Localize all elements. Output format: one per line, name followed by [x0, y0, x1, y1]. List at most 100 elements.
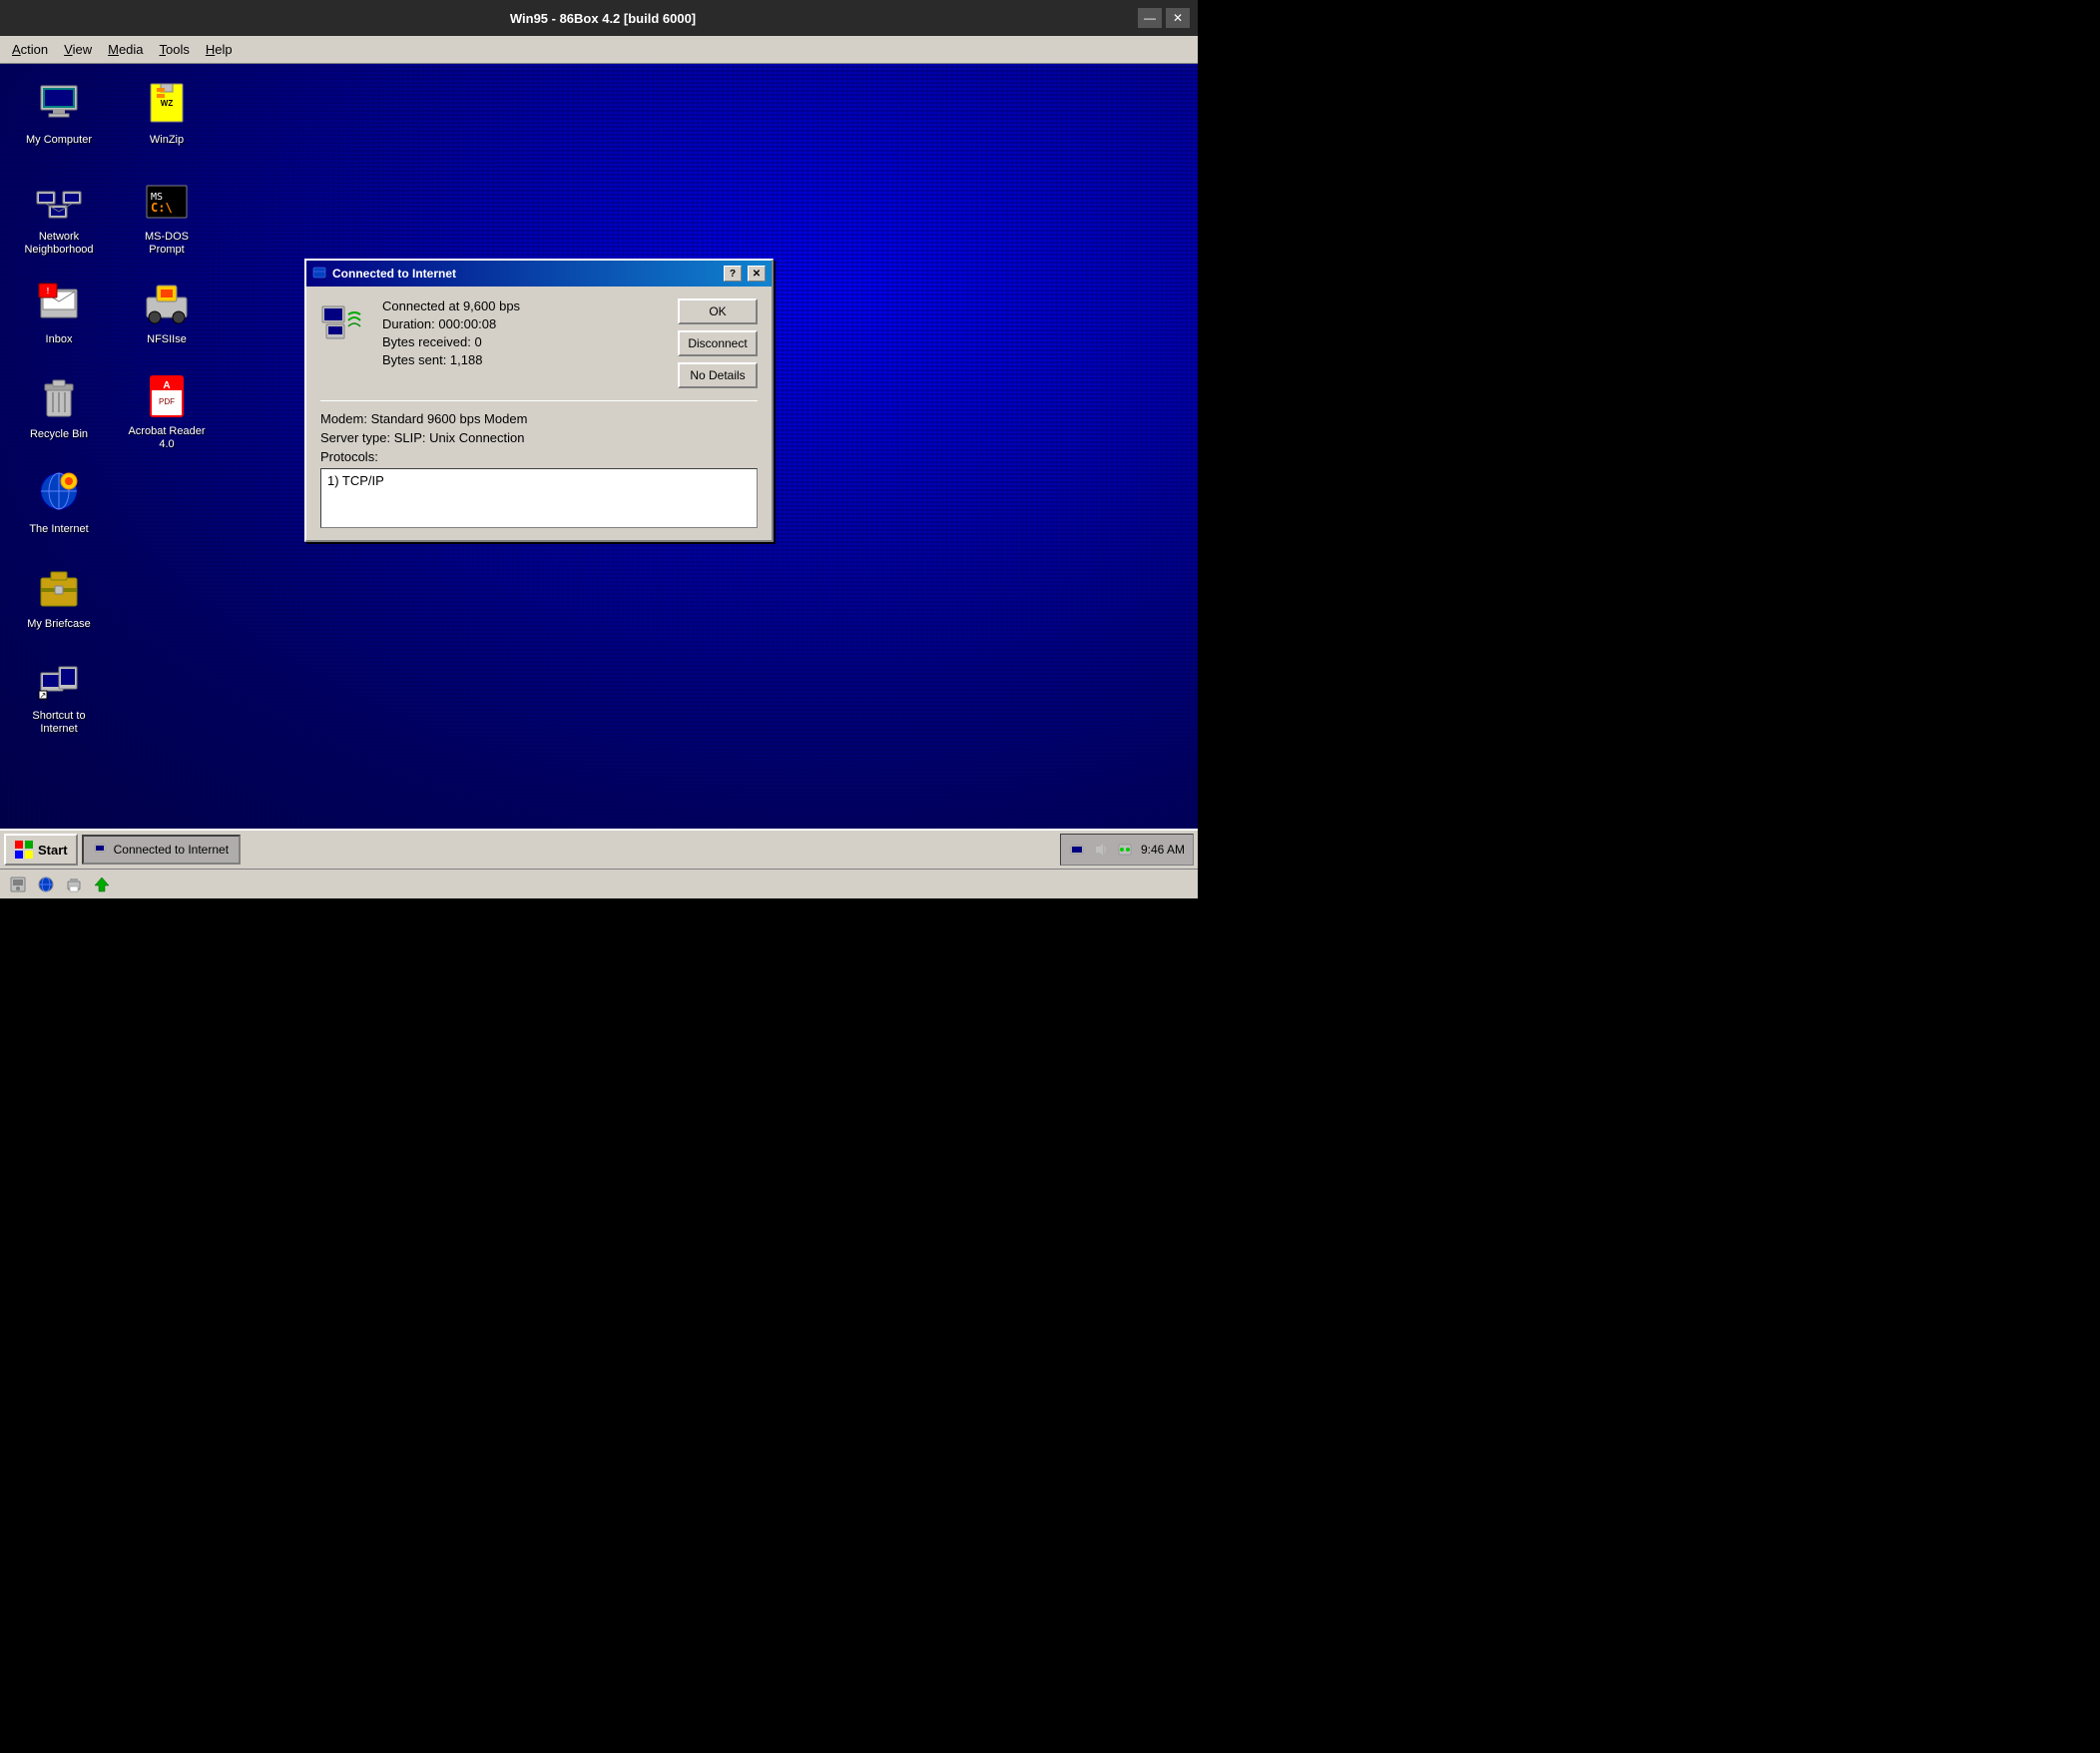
shortcut-internet-label: Shortcut to Internet — [18, 709, 100, 737]
connection-info: Connected at 9,600 bps Duration: 000:00:… — [382, 298, 664, 388]
desktop-icon-shortcut-internet[interactable]: ↗ Shortcut to Internet — [14, 653, 104, 741]
start-button[interactable]: Start — [4, 834, 78, 866]
inbox-label: Inbox — [44, 332, 75, 347]
ok-button[interactable]: OK — [678, 298, 758, 324]
taskbar-item-connected[interactable]: Connected to Internet — [82, 835, 241, 865]
taskbar-item-label: Connected to Internet — [114, 843, 229, 857]
menu-help[interactable]: Help — [198, 40, 241, 59]
my-briefcase-label: My Briefcase — [25, 617, 93, 632]
modem-line: Modem: Standard 9600 bps Modem — [320, 411, 758, 426]
dialog-title-icon — [312, 267, 326, 281]
printer-icon — [65, 876, 83, 893]
tray-network-icon — [1069, 842, 1085, 858]
titlebar-title: Win95 - 86Box 4.2 [build 6000] — [68, 11, 1138, 26]
my-computer-icon — [35, 78, 83, 126]
svg-text:PDF: PDF — [159, 397, 175, 406]
modem-info: Modem: Standard 9600 bps Modem Server ty… — [320, 411, 758, 445]
recycle-bin-label: Recycle Bin — [28, 427, 90, 442]
nfsiise-label: NFSIIse — [145, 332, 189, 347]
ms-dos-label: MS-DOS Prompt — [126, 230, 208, 258]
menu-view[interactable]: View — [56, 40, 100, 59]
winzip-icon: WZ — [143, 78, 191, 126]
the-internet-icon — [35, 467, 83, 515]
desktop-icon-the-internet[interactable]: The Internet — [14, 463, 104, 541]
desktop-icon-nfsiise[interactable]: NFSIIse — [122, 274, 212, 351]
protocols-label: Protocols: — [320, 449, 758, 464]
desktop-icon-network-neighborhood[interactable]: Network Neighborhood — [14, 174, 104, 262]
acrobat-reader-label: Acrobat Reader 4.0 — [126, 424, 208, 452]
statusbar-globe-icon — [36, 875, 56, 894]
statusbar-printer-icon — [64, 875, 84, 894]
titlebar-controls: — ✕ — [1138, 8, 1190, 28]
server-type-line: Server type: SLIP: Unix Connection — [320, 430, 758, 445]
inbox-icon: ! — [35, 278, 83, 325]
desktop-icon-ms-dos-prompt[interactable]: MS C:\ MS-DOS Prompt — [122, 174, 212, 262]
menu-media[interactable]: Media — [100, 40, 151, 59]
bytes-received-line: Bytes received: 0 — [382, 334, 664, 349]
disconnect-button[interactable]: Disconnect — [678, 330, 758, 356]
recycle-bin-icon — [35, 372, 83, 420]
network-neighborhood-label: Network Neighborhood — [18, 230, 100, 258]
tray-modem-icon — [1117, 842, 1133, 858]
svg-text:C:\: C:\ — [151, 201, 173, 215]
shortcut-internet-icon: ↗ — [35, 657, 83, 705]
desktop-icon-winzip[interactable]: WZ WinZip — [122, 74, 212, 152]
dialog-body: Connected at 9,600 bps Duration: 000:00:… — [306, 287, 772, 540]
svg-text:A: A — [163, 380, 170, 391]
statusbar-disk-icon — [8, 875, 28, 894]
taskbar-item-icon — [94, 842, 110, 858]
dialog-separator — [320, 400, 758, 401]
desktop-icon-my-briefcase[interactable]: My Briefcase — [14, 558, 104, 636]
dialog-help-button[interactable]: ? — [724, 266, 742, 282]
dialog-close-button[interactable]: ✕ — [748, 266, 766, 282]
nfsiise-icon — [143, 278, 191, 325]
svg-text:↗: ↗ — [40, 691, 47, 700]
my-briefcase-icon — [35, 562, 83, 610]
menu-action[interactable]: Action — [4, 40, 56, 59]
protocols-content: 1) TCP/IP — [327, 473, 384, 488]
ms-dos-icon: MS C:\ — [143, 178, 191, 226]
dialog-title-text: Connected to Internet — [332, 267, 718, 281]
duration-line: Duration: 000:00:08 — [382, 316, 664, 331]
no-details-button[interactable]: No Details — [678, 362, 758, 388]
dialog-titlebar: Connected to Internet ? ✕ — [306, 261, 772, 287]
desktop-icon-acrobat-reader[interactable]: A PDF Acrobat Reader 4.0 — [122, 368, 212, 456]
dialog-top-section: Connected at 9,600 bps Duration: 000:00:… — [320, 298, 758, 388]
taskbar: Start Connected to Internet 9:46 AM — [0, 829, 1198, 869]
acrobat-reader-icon: A PDF — [143, 372, 191, 420]
statusbar-arrow-icon — [92, 875, 112, 894]
menu-tools[interactable]: Tools — [152, 40, 198, 59]
taskbar-items: Connected to Internet — [82, 835, 241, 865]
disk-icon — [9, 876, 27, 893]
system-tray: 9:46 AM — [1060, 834, 1194, 866]
bytes-sent-line: Bytes sent: 1,188 — [382, 352, 664, 367]
tray-volume-icon — [1093, 842, 1109, 858]
protocols-box: 1) TCP/IP — [320, 468, 758, 528]
winzip-label: WinZip — [148, 133, 186, 148]
desktop-icon-my-computer[interactable]: My Computer — [14, 74, 104, 152]
connected-to-internet-dialog: Connected to Internet ? ✕ — [304, 259, 774, 542]
svg-text:!: ! — [47, 287, 50, 295]
dialog-buttons: OK Disconnect No Details — [678, 298, 758, 388]
connection-speed: Connected at 9,600 bps — [382, 298, 664, 313]
my-computer-label: My Computer — [24, 133, 94, 148]
network-neighborhood-icon — [35, 178, 83, 226]
start-label: Start — [38, 843, 68, 858]
desktop: My Computer WZ WinZip Network Neighborho… — [0, 64, 1198, 829]
minimize-button[interactable]: — — [1138, 8, 1162, 28]
globe-icon — [37, 876, 55, 893]
arrow-icon — [93, 876, 111, 893]
svg-text:WZ: WZ — [161, 99, 174, 108]
system-tray-time: 9:46 AM — [1141, 843, 1185, 857]
close-button[interactable]: ✕ — [1166, 8, 1190, 28]
duration-label: Duration: — [382, 316, 438, 331]
duration-value: 000:00:08 — [438, 316, 496, 331]
menubar: Action View Media Tools Help — [0, 36, 1198, 64]
desktop-icon-inbox[interactable]: ! Inbox — [14, 274, 104, 351]
the-internet-label: The Internet — [27, 522, 90, 537]
statusbar — [0, 869, 1198, 898]
desktop-icon-recycle-bin[interactable]: Recycle Bin — [14, 368, 104, 446]
emulator-titlebar: Win95 - 86Box 4.2 [build 6000] — ✕ — [0, 0, 1198, 36]
connection-status-icon — [320, 298, 368, 346]
start-windows-icon — [14, 840, 34, 860]
